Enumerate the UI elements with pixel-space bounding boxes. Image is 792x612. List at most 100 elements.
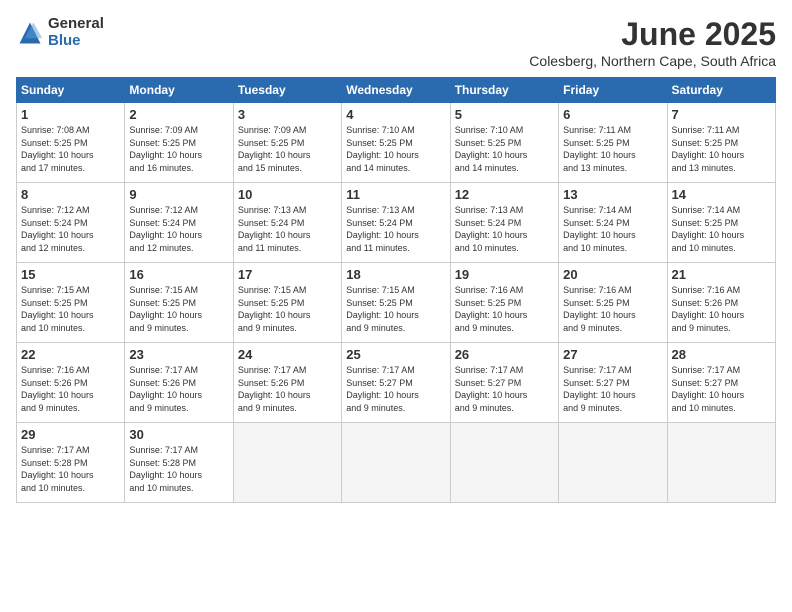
day-info: Sunrise: 7:16 AM Sunset: 5:25 PM Dayligh… xyxy=(563,284,662,334)
day-number: 28 xyxy=(672,347,771,362)
day-info: Sunrise: 7:10 AM Sunset: 5:25 PM Dayligh… xyxy=(346,124,445,174)
day-info: Sunrise: 7:10 AM Sunset: 5:25 PM Dayligh… xyxy=(455,124,554,174)
header-wednesday: Wednesday xyxy=(342,78,450,103)
day-number: 25 xyxy=(346,347,445,362)
logo-text: General Blue xyxy=(48,16,104,49)
day-cell: 4 Sunrise: 7:10 AM Sunset: 5:25 PM Daylig… xyxy=(342,103,450,183)
day-info: Sunrise: 7:13 AM Sunset: 5:24 PM Dayligh… xyxy=(238,204,337,254)
day-cell: 14Sunrise: 7:14 AM Sunset: 5:25 PM Dayli… xyxy=(667,183,775,263)
day-info: Sunrise: 7:15 AM Sunset: 5:25 PM Dayligh… xyxy=(346,284,445,334)
day-number: 23 xyxy=(129,347,228,362)
day-cell: 3 Sunrise: 7:09 AM Sunset: 5:25 PM Daylig… xyxy=(233,103,341,183)
day-info: Sunrise: 7:16 AM Sunset: 5:25 PM Dayligh… xyxy=(455,284,554,334)
day-number: 17 xyxy=(238,267,337,282)
week-row-1: 1Sunrise: 7:08 AM Sunset: 5:25 PM Daylig… xyxy=(17,103,776,183)
day-info: Sunrise: 7:15 AM Sunset: 5:25 PM Dayligh… xyxy=(238,284,337,334)
day-cell: 18 Sunrise: 7:15 AM Sunset: 5:25 PM Dayli… xyxy=(342,263,450,343)
day-cell: 20 Sunrise: 7:16 AM Sunset: 5:25 PM Dayli… xyxy=(559,263,667,343)
day-cell: 21 Sunrise: 7:16 AM Sunset: 5:26 PM Dayli… xyxy=(667,263,775,343)
header-monday: Monday xyxy=(125,78,233,103)
day-cell: 2Sunrise: 7:09 AM Sunset: 5:25 PM Daylig… xyxy=(125,103,233,183)
header-friday: Friday xyxy=(559,78,667,103)
day-info: Sunrise: 7:15 AM Sunset: 5:25 PM Dayligh… xyxy=(21,284,120,334)
day-cell: 23 Sunrise: 7:17 AM Sunset: 5:26 PM Dayli… xyxy=(125,343,233,423)
day-number: 4 xyxy=(346,107,445,122)
day-info: Sunrise: 7:09 AM Sunset: 5:25 PM Dayligh… xyxy=(129,124,228,174)
day-cell: 6Sunrise: 7:11 AM Sunset: 5:25 PM Daylig… xyxy=(559,103,667,183)
location: Colesberg, Northern Cape, South Africa xyxy=(529,53,776,69)
day-info: Sunrise: 7:14 AM Sunset: 5:24 PM Dayligh… xyxy=(563,204,662,254)
day-number: 20 xyxy=(563,267,662,282)
day-cell: 15 Sunrise: 7:15 AM Sunset: 5:25 PM Dayli… xyxy=(17,263,125,343)
day-info: Sunrise: 7:15 AM Sunset: 5:25 PM Dayligh… xyxy=(129,284,228,334)
day-cell: 24 Sunrise: 7:17 AM Sunset: 5:26 PM Dayli… xyxy=(233,343,341,423)
day-cell: 11Sunrise: 7:13 AM Sunset: 5:24 PM Dayli… xyxy=(342,183,450,263)
day-cell: 9 Sunrise: 7:12 AM Sunset: 5:24 PM Daylig… xyxy=(125,183,233,263)
day-cell: 19 Sunrise: 7:16 AM Sunset: 5:25 PM Dayli… xyxy=(450,263,558,343)
day-info: Sunrise: 7:13 AM Sunset: 5:24 PM Dayligh… xyxy=(455,204,554,254)
day-cell xyxy=(667,423,775,503)
day-number: 19 xyxy=(455,267,554,282)
day-number: 3 xyxy=(238,107,337,122)
day-number: 13 xyxy=(563,187,662,202)
day-number: 8 xyxy=(21,187,120,202)
day-info: Sunrise: 7:17 AM Sunset: 5:27 PM Dayligh… xyxy=(346,364,445,414)
day-cell: 5 Sunrise: 7:10 AM Sunset: 5:25 PM Daylig… xyxy=(450,103,558,183)
month-title: June 2025 xyxy=(529,16,776,53)
day-cell xyxy=(559,423,667,503)
day-cell: 26 Sunrise: 7:17 AM Sunset: 5:27 PM Dayli… xyxy=(450,343,558,423)
day-cell: 13 Sunrise: 7:14 AM Sunset: 5:24 PM Dayli… xyxy=(559,183,667,263)
day-cell: 29Sunrise: 7:17 AM Sunset: 5:28 PM Dayli… xyxy=(17,423,125,503)
day-cell: 12 Sunrise: 7:13 AM Sunset: 5:24 PM Dayli… xyxy=(450,183,558,263)
day-number: 7 xyxy=(672,107,771,122)
day-info: Sunrise: 7:16 AM Sunset: 5:26 PM Dayligh… xyxy=(672,284,771,334)
logo-blue: Blue xyxy=(48,33,104,50)
header-sunday: Sunday xyxy=(17,78,125,103)
week-row-3: 15 Sunrise: 7:15 AM Sunset: 5:25 PM Dayli… xyxy=(17,263,776,343)
day-info: Sunrise: 7:09 AM Sunset: 5:25 PM Dayligh… xyxy=(238,124,337,174)
header-tuesday: Tuesday xyxy=(233,78,341,103)
day-info: Sunrise: 7:17 AM Sunset: 5:26 PM Dayligh… xyxy=(129,364,228,414)
header-thursday: Thursday xyxy=(450,78,558,103)
day-cell: 17 Sunrise: 7:15 AM Sunset: 5:25 PM Dayli… xyxy=(233,263,341,343)
day-number: 6 xyxy=(563,107,662,122)
header-saturday: Saturday xyxy=(667,78,775,103)
day-info: Sunrise: 7:12 AM Sunset: 5:24 PM Dayligh… xyxy=(129,204,228,254)
day-info: Sunrise: 7:12 AM Sunset: 5:24 PM Dayligh… xyxy=(21,204,120,254)
day-info: Sunrise: 7:14 AM Sunset: 5:25 PM Dayligh… xyxy=(672,204,771,254)
logo: General Blue xyxy=(16,16,104,49)
day-number: 24 xyxy=(238,347,337,362)
day-info: Sunrise: 7:11 AM Sunset: 5:25 PM Dayligh… xyxy=(672,124,771,174)
day-number: 18 xyxy=(346,267,445,282)
day-info: Sunrise: 7:16 AM Sunset: 5:26 PM Dayligh… xyxy=(21,364,120,414)
title-area: June 2025 Colesberg, Northern Cape, Sout… xyxy=(529,16,776,69)
day-number: 22 xyxy=(21,347,120,362)
day-info: Sunrise: 7:17 AM Sunset: 5:28 PM Dayligh… xyxy=(21,444,120,494)
logo-icon xyxy=(16,19,44,47)
day-info: Sunrise: 7:17 AM Sunset: 5:27 PM Dayligh… xyxy=(563,364,662,414)
day-cell: 22 Sunrise: 7:16 AM Sunset: 5:26 PM Dayli… xyxy=(17,343,125,423)
day-number: 21 xyxy=(672,267,771,282)
day-number: 15 xyxy=(21,267,120,282)
day-cell xyxy=(450,423,558,503)
day-number: 12 xyxy=(455,187,554,202)
logo-general: General xyxy=(48,16,104,33)
page-header: General Blue June 2025 Colesberg, Northe… xyxy=(16,16,776,69)
day-number: 26 xyxy=(455,347,554,362)
day-number: 5 xyxy=(455,107,554,122)
day-cell: 28Sunrise: 7:17 AM Sunset: 5:27 PM Dayli… xyxy=(667,343,775,423)
day-info: Sunrise: 7:17 AM Sunset: 5:26 PM Dayligh… xyxy=(238,364,337,414)
day-number: 9 xyxy=(129,187,228,202)
day-cell: 25 Sunrise: 7:17 AM Sunset: 5:27 PM Dayli… xyxy=(342,343,450,423)
week-row-4: 22 Sunrise: 7:16 AM Sunset: 5:26 PM Dayli… xyxy=(17,343,776,423)
day-number: 30 xyxy=(129,427,228,442)
week-row-2: 8 Sunrise: 7:12 AM Sunset: 5:24 PM Daylig… xyxy=(17,183,776,263)
day-info: Sunrise: 7:17 AM Sunset: 5:28 PM Dayligh… xyxy=(129,444,228,494)
day-cell xyxy=(233,423,341,503)
day-info: Sunrise: 7:13 AM Sunset: 5:24 PM Dayligh… xyxy=(346,204,445,254)
day-info: Sunrise: 7:17 AM Sunset: 5:27 PM Dayligh… xyxy=(455,364,554,414)
day-cell: 7 Sunrise: 7:11 AM Sunset: 5:25 PM Daylig… xyxy=(667,103,775,183)
day-number: 16 xyxy=(129,267,228,282)
calendar-table: SundayMondayTuesdayWednesdayThursdayFrid… xyxy=(16,77,776,503)
day-number: 10 xyxy=(238,187,337,202)
